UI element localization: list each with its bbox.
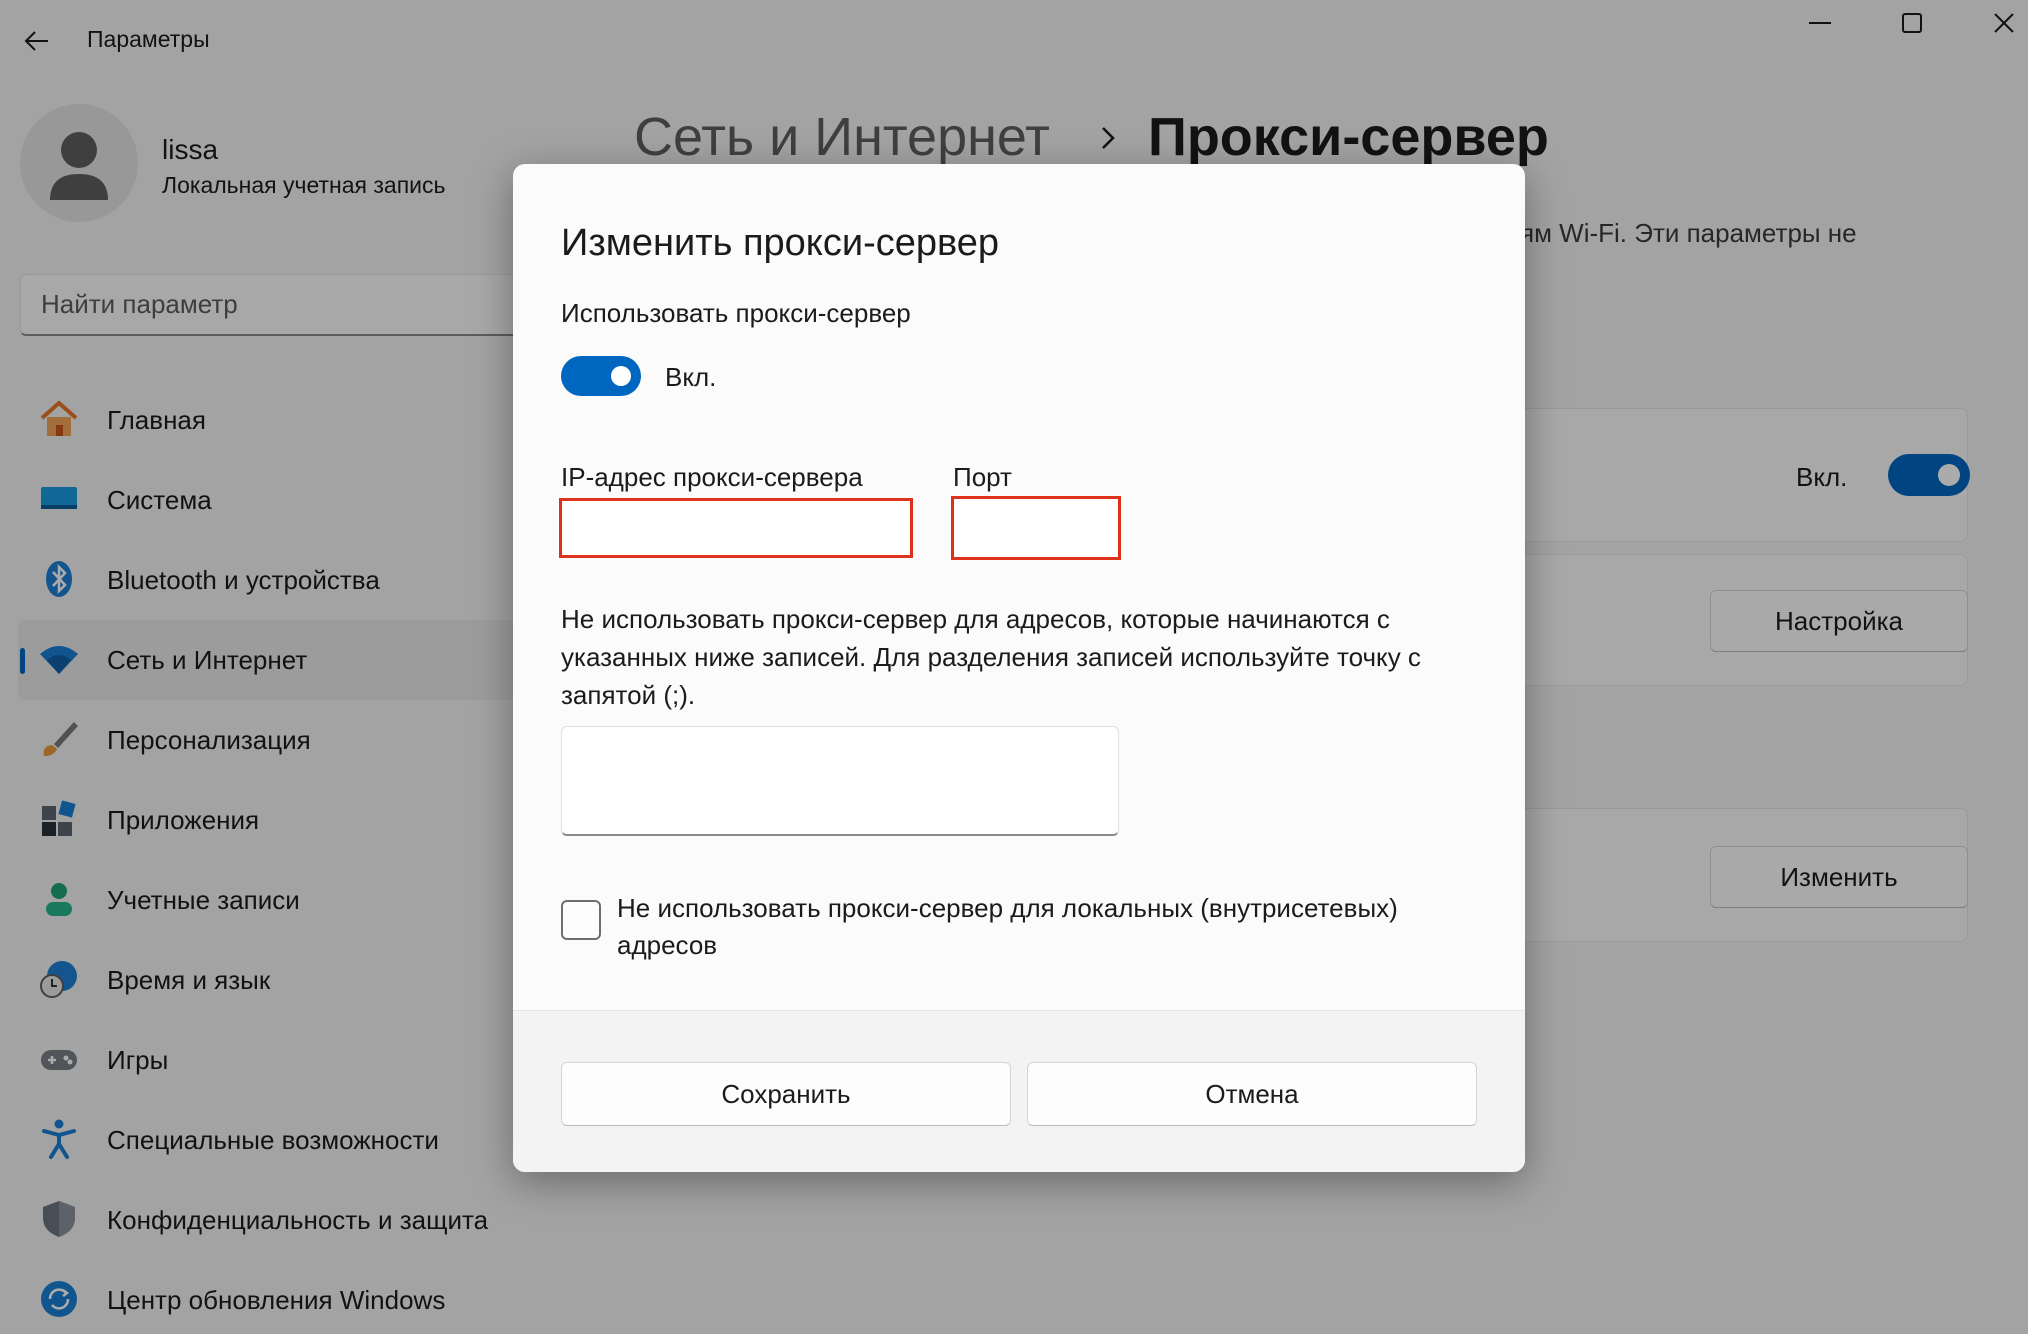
settings-window: Параметры lissa Локальная учетная запись… (0, 0, 2028, 1334)
ip-address-input[interactable] (559, 498, 913, 558)
edit-proxy-dialog: Изменить прокси-сервер Использовать прок… (513, 164, 1525, 1172)
cancel-button[interactable]: Отмена (1027, 1062, 1477, 1126)
dialog-title: Изменить прокси-сервер (561, 222, 1000, 264)
bypass-local-checkbox[interactable] (561, 900, 601, 940)
exclusions-input[interactable] (561, 726, 1119, 836)
port-label: Порт (953, 462, 1012, 492)
bypass-local-label: Не использовать прокси-сервер для локаль… (617, 893, 1398, 960)
use-proxy-label: Использовать прокси-сервер (561, 298, 911, 328)
use-proxy-toggle-state: Вкл. (665, 362, 717, 392)
ip-address-label: IP-адрес прокси-сервера (561, 462, 863, 492)
exclusions-description: Не использовать прокси-сервер для адресо… (561, 604, 1421, 710)
save-button[interactable]: Сохранить (561, 1062, 1011, 1126)
port-input[interactable] (951, 496, 1121, 560)
use-proxy-toggle[interactable] (561, 356, 641, 396)
